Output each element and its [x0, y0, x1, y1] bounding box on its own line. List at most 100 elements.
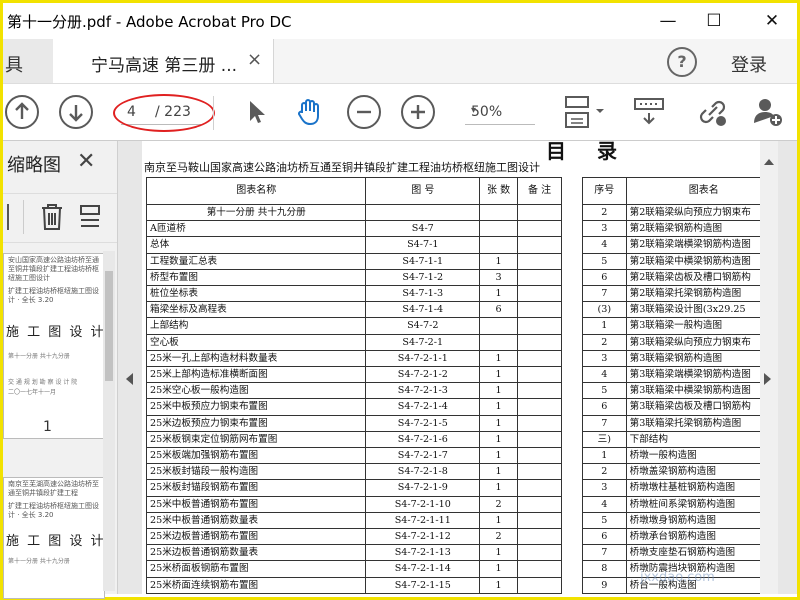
- cell-index: 7: [582, 544, 627, 562]
- add-user-icon[interactable]: [751, 95, 785, 129]
- cell-index: 6: [582, 268, 627, 287]
- cell-count: 1: [479, 366, 519, 384]
- cell-name: 第3联箱梁托梁钢筋构造图: [625, 414, 762, 432]
- cell-index: 1: [582, 317, 627, 335]
- hand-tool-icon[interactable]: [293, 95, 327, 129]
- cell-index: 6: [582, 398, 627, 416]
- zoom-out-icon[interactable]: [347, 95, 381, 129]
- cell-remark: [517, 414, 562, 432]
- cell-number: S4-7-2: [365, 317, 481, 335]
- table-row: 7 第2联箱梁托梁钢筋构造图: [582, 285, 762, 303]
- cell-number: S4-7-2-1-4: [365, 398, 481, 416]
- minimize-button[interactable]: —: [653, 7, 683, 35]
- thumbnails-panel-title: 缩略图: [7, 155, 61, 176]
- next-page-icon[interactable]: [59, 95, 93, 129]
- cell-name: 第3联箱梁端横梁钢筋构造图: [625, 366, 762, 384]
- cell-count: 1: [479, 479, 519, 497]
- close-panel-icon[interactable]: ✕: [77, 149, 95, 174]
- cell-remark: [517, 576, 562, 594]
- table-row: 4 第3联箱梁端横梁钢筋构造图: [582, 366, 762, 384]
- cell-index: 7: [582, 285, 627, 303]
- tab-bar: 具 宁马高速 第三册 ... × ? 登录: [3, 39, 797, 84]
- login-button[interactable]: 登录: [731, 51, 767, 77]
- thumb2-line2: 扩建工程油坊桥枢纽施工图设计 · 全长 3.20: [8, 502, 99, 519]
- cell-count: 6: [479, 301, 519, 319]
- thumb1-line2: 扩建工程油坊桥枢纽施工图设计 · 全长 3.20: [8, 287, 99, 304]
- table-row: 3 第3联箱梁钢筋构造图: [582, 349, 762, 368]
- close-window-button[interactable]: ✕: [757, 7, 787, 35]
- cell-remark: [517, 495, 562, 513]
- cell-name: 上部结构: [145, 317, 367, 335]
- expand-right-icon[interactable]: [764, 373, 771, 385]
- cell-remark: [517, 560, 562, 578]
- cell-name: 第2联箱梁钢筋构造图: [625, 220, 762, 238]
- cell-count: 1: [479, 463, 519, 481]
- table-row: 4 桥墩桩间系梁钢筋构造图: [582, 495, 762, 513]
- cell-name: 25米板钢束定位钢筋网布置图: [145, 430, 367, 449]
- keyboard-icon[interactable]: [633, 95, 667, 129]
- cell-index: 4: [582, 495, 627, 513]
- cell-count: 1: [479, 544, 519, 562]
- help-icon[interactable]: ?: [667, 47, 697, 77]
- left-header-number: 图 号: [365, 177, 481, 205]
- scroll-up-icon[interactable]: [764, 159, 774, 165]
- table-row: 三) 下部结构: [582, 430, 762, 449]
- cell-number: [365, 203, 481, 222]
- cell-remark: [517, 317, 562, 335]
- table-row: 25米上部构造标准横断面图 S4-7-2-1-2 1: [145, 366, 562, 384]
- thumb1-line5: 二〇一七年十一月: [8, 389, 57, 396]
- zoom-in-icon[interactable]: [401, 95, 435, 129]
- thumbnail-scrollbar[interactable]: [103, 251, 115, 591]
- cell-name: 桥墩桩间系梁钢筋构造图: [625, 495, 762, 513]
- cell-name: 25米桥面连续钢筋布置图: [145, 576, 367, 594]
- cell-remark: [517, 479, 562, 497]
- left-header-remark: 备 注: [517, 177, 562, 205]
- page-thumbnail-1[interactable]: 安山国家高速公路油坊桥至通至铜井镇段扩建工程油坊桥枢纽施工图设计 扩建工程油坊桥…: [3, 253, 105, 439]
- document-viewport[interactable]: 目 录 南京至马鞍山国家高速公路油坊桥互通至铜井镇段扩建工程油坊桥枢纽施工图设计…: [118, 141, 797, 594]
- cell-count: 1: [479, 285, 519, 303]
- delete-page-icon[interactable]: [39, 202, 65, 236]
- cell-name: 第3联箱梁中横梁钢筋构造图: [625, 382, 762, 400]
- cell-name: 桥墩盖梁钢筋构造图: [625, 463, 762, 481]
- page-thumbnail-2[interactable]: 南京至芜湖高速公路油坊桥至通至铜井镇段扩建工程 扩建工程油坊桥枢纽施工图设计 ·…: [3, 477, 105, 599]
- cell-index: 6: [582, 528, 627, 546]
- cell-count: 1: [479, 447, 519, 465]
- tab-tools[interactable]: 具: [3, 39, 54, 83]
- cell-name: 第十一分册 共十九分册: [145, 203, 367, 222]
- thumb2-big-title: 施 工 图 设 计: [6, 534, 106, 549]
- table-row: 7 桥墩支座垫石钢筋构造图: [582, 544, 762, 562]
- thumbnail-scroll-thumb[interactable]: [105, 271, 113, 381]
- share-link-icon[interactable]: [695, 95, 729, 129]
- chevron-down-icon[interactable]: ▾: [471, 105, 533, 116]
- select-cursor-icon[interactable]: [239, 95, 273, 129]
- page-subtitle: 南京至马鞍山国家高速公路油坊桥互通至铜井镇段扩建工程油坊桥枢纽施工图设计: [144, 161, 540, 174]
- previous-page-icon[interactable]: [5, 95, 39, 129]
- left-header-count: 张 数: [479, 177, 519, 205]
- page-layout-icon[interactable]: [563, 95, 604, 129]
- cell-count: 1: [479, 414, 519, 432]
- cell-name: 桥墩承台钢筋构造图: [625, 528, 762, 546]
- cell-number: S4-7-2-1: [365, 333, 481, 351]
- table-row: (3) 第3联箱梁设计图(3x29.25: [582, 301, 762, 319]
- table-row: 25米板封锚段钢筋布置图 S4-7-2-1-9 1: [145, 479, 562, 497]
- cell-name: 工程数量汇总表: [145, 252, 367, 270]
- cell-index: (3): [582, 301, 627, 319]
- table-row: 25米一孔上部构造材料数量表 S4-7-2-1-1 1: [145, 349, 562, 368]
- cell-remark: [517, 382, 562, 400]
- cell-name: 第2联箱梁齿板及槽口钢筋构: [625, 268, 762, 287]
- cell-index: 3: [582, 349, 627, 368]
- maximize-button[interactable]: ☐: [699, 7, 729, 35]
- tab-document[interactable]: 宁马高速 第三册 ... ×: [53, 39, 274, 83]
- zoom-select[interactable]: 50% ▾: [465, 102, 535, 125]
- table-row: 5 第2联箱梁中横梁钢筋构造图: [582, 252, 762, 270]
- cell-name: 25米中板普通钢筋布置图: [145, 495, 367, 513]
- cell-index: 5: [582, 382, 627, 400]
- page-options-icon[interactable]: [79, 202, 103, 236]
- document-scrollbar[interactable]: [760, 141, 778, 594]
- cell-name: 25米一孔上部构造材料数量表: [145, 349, 367, 368]
- tab-close-icon[interactable]: ×: [247, 49, 262, 70]
- panel-edge-icon: [3, 204, 9, 230]
- cell-name: 25米中板普通钢筋数量表: [145, 511, 367, 530]
- cell-number: S4-7-2-1-14: [365, 560, 481, 578]
- collapse-left-icon[interactable]: [126, 373, 133, 385]
